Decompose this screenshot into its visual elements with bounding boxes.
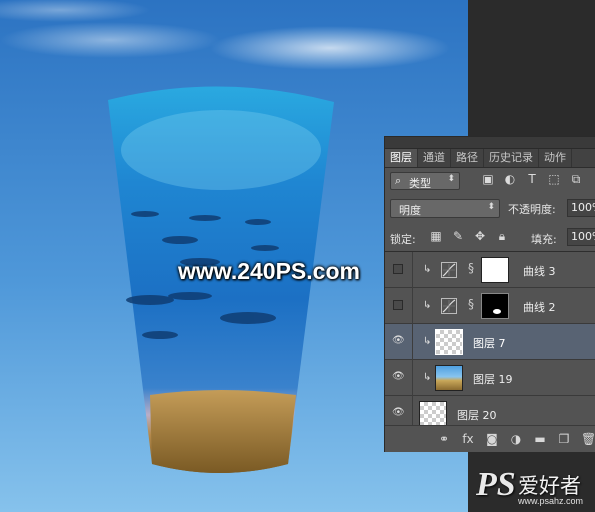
- tab-history[interactable]: 历史记录: [484, 149, 539, 167]
- divider: [412, 288, 413, 324]
- lock-position-icon[interactable]: ✥: [473, 229, 487, 244]
- layer-row-selected[interactable]: 👁︎ ↳ 图层 7: [385, 324, 595, 360]
- layer-name[interactable]: 图层 7: [473, 335, 506, 351]
- layer-row[interactable]: ↳ § 曲线 3: [385, 252, 595, 288]
- clipping-arrow-icon: ↳: [423, 264, 432, 275]
- tab-channels[interactable]: 通道: [418, 149, 451, 167]
- lock-row: 锁定: ▦ ✎ ✥ 🔒︎ 填充: 100%: [389, 227, 595, 249]
- clipping-arrow-icon: ↳: [423, 336, 432, 347]
- tab-layers[interactable]: 图层: [385, 149, 418, 167]
- new-layer-icon[interactable]: ❐: [557, 432, 571, 446]
- fill-input[interactable]: 100%: [567, 228, 595, 246]
- smart-object-filter-icon[interactable]: ⧉: [569, 172, 583, 187]
- layer-name[interactable]: 曲线 3: [523, 263, 556, 279]
- logo-url-text: www.psahz.com: [518, 496, 584, 506]
- blend-mode-value: 明度: [399, 204, 421, 217]
- layers-list: ↳ § 曲线 3 ↳ § 曲线 2 👁︎ ↳ 图层 7 👁︎ ↳ 图层 19 👁…: [385, 251, 595, 432]
- eye-icon[interactable]: 👁︎: [392, 336, 405, 346]
- search-icon: ⌕: [395, 174, 402, 187]
- pixel-filter-icon[interactable]: ▣: [481, 172, 495, 187]
- trash-icon[interactable]: 🗑︎: [581, 432, 595, 446]
- watermark-url: www.240PS.com: [178, 258, 360, 284]
- layers-panel: 图层 通道 路径 历史记录 动作 ⌕ 类型 ⬍ ▣ ◐ T ⬚ ⧉ 明度 ⬍ 不…: [384, 136, 595, 452]
- link-layers-icon[interactable]: ⚭: [437, 432, 451, 446]
- layer-row[interactable]: 👁︎ ↳ 图层 19: [385, 360, 595, 396]
- logo-ps-text: PS: [476, 466, 516, 503]
- new-group-icon[interactable]: ▬: [533, 432, 547, 446]
- link-icon[interactable]: §: [468, 297, 474, 311]
- layer-name[interactable]: 图层 20: [457, 407, 497, 423]
- filter-type-select[interactable]: ⌕ 类型 ⬍: [390, 172, 460, 190]
- bottom-icons: ⚭ fx ◙ ◑ ▬ ❐ 🗑︎: [437, 432, 595, 446]
- filter-row: ⌕ 类型 ⬍ ▣ ◐ T ⬚ ⧉: [389, 171, 595, 193]
- layer-thumbnail[interactable]: [419, 401, 447, 427]
- lock-all-icon[interactable]: 🔒︎: [495, 229, 509, 244]
- blend-row: 明度 ⬍ 不透明度: 100%: [389, 198, 595, 220]
- opacity-input[interactable]: 100%: [567, 199, 595, 217]
- adjustment-layer-icon[interactable]: ◑: [509, 432, 523, 446]
- panel-header-bar: [385, 137, 595, 149]
- layer-thumbnail[interactable]: [435, 329, 463, 355]
- layer-thumbnail[interactable]: [435, 365, 463, 391]
- lock-icons: ▦ ✎ ✥ 🔒︎: [429, 229, 509, 244]
- tab-actions[interactable]: 动作: [539, 149, 572, 167]
- lock-transparency-icon[interactable]: ▦: [429, 229, 443, 244]
- panel-bottom-toolbar: ⚭ fx ◙ ◑ ▬ ❐ 🗑︎: [385, 425, 595, 452]
- layer-row[interactable]: ↳ § 曲线 2: [385, 288, 595, 324]
- blend-mode-select[interactable]: 明度 ⬍: [390, 199, 500, 218]
- fill-label: 填充:: [531, 233, 557, 246]
- layer-name[interactable]: 图层 19: [473, 371, 513, 387]
- chevron-updown-icon: ⬍: [447, 174, 455, 184]
- layer-name[interactable]: 曲线 2: [523, 299, 556, 315]
- adjustment-filter-icon[interactable]: ◐: [503, 172, 517, 187]
- divider: [412, 324, 413, 360]
- divider: [412, 360, 413, 396]
- eye-icon[interactable]: 👁︎: [392, 372, 405, 382]
- eye-icon[interactable]: 👁︎: [392, 408, 405, 418]
- filter-type-label: 类型: [409, 177, 431, 190]
- fx-icon[interactable]: fx: [461, 432, 475, 446]
- curves-adjustment-icon[interactable]: [441, 262, 457, 278]
- site-logo: PS 爱好者 www.psahz.com: [476, 466, 594, 510]
- layer-mask-thumbnail[interactable]: [481, 293, 509, 319]
- type-filter-icon[interactable]: T: [525, 172, 539, 187]
- divider: [412, 252, 413, 288]
- opacity-label: 不透明度:: [508, 203, 556, 216]
- filter-icons: ▣ ◐ T ⬚ ⧉: [481, 172, 583, 187]
- lock-paint-icon[interactable]: ✎: [451, 229, 465, 244]
- panel-tabs: 图层 通道 路径 历史记录 动作: [385, 149, 595, 168]
- tab-paths[interactable]: 路径: [451, 149, 484, 167]
- chevron-updown-icon: ⬍: [487, 202, 495, 212]
- lock-label: 锁定:: [390, 233, 416, 246]
- shape-filter-icon[interactable]: ⬚: [547, 172, 561, 187]
- link-icon[interactable]: §: [468, 261, 474, 275]
- visibility-toggle[interactable]: [393, 264, 403, 274]
- clipping-arrow-icon: ↳: [423, 300, 432, 311]
- layer-mask-thumbnail[interactable]: [481, 257, 509, 283]
- visibility-toggle[interactable]: [393, 300, 403, 310]
- add-mask-icon[interactable]: ◙: [485, 432, 499, 446]
- curves-adjustment-icon[interactable]: [441, 298, 457, 314]
- clipping-arrow-icon: ↳: [423, 372, 432, 383]
